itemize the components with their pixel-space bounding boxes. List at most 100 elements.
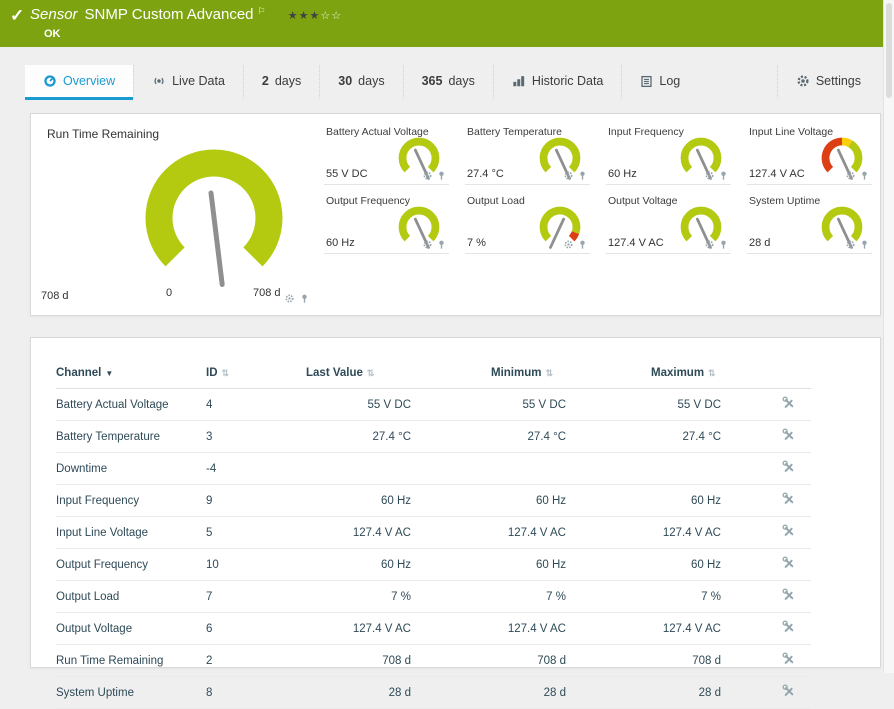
gauge-battery-temperature[interactable]: Battery Temperature 27.4 °C	[457, 120, 598, 187]
gauge-input-frequency[interactable]: Input Frequency 60 Hz	[598, 120, 739, 187]
cell-minimum: 708 d	[491, 644, 651, 677]
star-empty-icons[interactable]: ☆☆	[320, 10, 342, 22]
gauge-output-voltage[interactable]: Output Voltage 127.4 V AC	[598, 189, 739, 256]
table-row[interactable]: Run Time Remaining 2 708 d 708 d 708 d	[56, 644, 811, 677]
pin-icon[interactable]	[299, 293, 310, 304]
gauge-scale-min: 0	[166, 287, 173, 299]
wrench-icon[interactable]	[782, 396, 796, 410]
tab-label: days	[274, 74, 302, 88]
gear-icon[interactable]	[845, 170, 856, 181]
wrench-icon[interactable]	[782, 524, 796, 538]
vertical-scrollbar[interactable]	[883, 0, 894, 673]
gear-icon[interactable]	[284, 293, 295, 304]
cell-last-value: 60 Hz	[306, 484, 491, 517]
cell-last-value: 28 d	[306, 676, 491, 709]
cell-channel[interactable]: Output Load	[56, 580, 206, 613]
tab-365-days[interactable]: 365 days	[402, 65, 493, 100]
cell-channel[interactable]: Run Time Remaining	[56, 644, 206, 677]
tab-label: Settings	[815, 74, 861, 88]
cell-channel[interactable]: Input Frequency	[56, 484, 206, 517]
gauges-panel: Run Time Remaining 708 d 0 708 d Battery…	[30, 113, 881, 316]
gear-icon[interactable]	[422, 239, 433, 250]
cell-last-value	[306, 452, 491, 485]
cell-channel[interactable]: Output Frequency	[56, 548, 206, 581]
cell-channel[interactable]: Battery Actual Voltage	[56, 388, 206, 421]
gauge-output-frequency[interactable]: Output Frequency 60 Hz	[316, 189, 457, 256]
cell-id: 2	[206, 644, 306, 677]
tab-settings[interactable]: Settings	[776, 65, 879, 100]
cell-channel[interactable]: Downtime	[56, 452, 206, 485]
gauge-needle	[549, 217, 566, 249]
cell-last-value: 7 %	[306, 580, 491, 613]
cell-maximum: 60 Hz	[651, 484, 766, 517]
pin-icon[interactable]	[577, 170, 588, 181]
gear-icon[interactable]	[704, 239, 715, 250]
cell-minimum: 60 Hz	[491, 484, 651, 517]
pin-icon[interactable]	[718, 170, 729, 181]
tab-overview[interactable]: Overview	[25, 65, 134, 100]
pin-icon[interactable]	[436, 239, 447, 250]
pin-icon[interactable]	[718, 239, 729, 250]
tab-30-days[interactable]: 30 days	[319, 65, 402, 100]
table-row[interactable]: Output Frequency 10 60 Hz 60 Hz 60 Hz	[56, 548, 811, 581]
star-filled-icons[interactable]: ★★★	[288, 10, 321, 22]
table-row[interactable]: Downtime -4	[56, 452, 811, 485]
cell-last-value: 127.4 V AC	[306, 612, 491, 645]
table-row[interactable]: Battery Actual Voltage 4 55 V DC 55 V DC…	[56, 388, 811, 421]
pin-icon[interactable]	[436, 170, 447, 181]
pin-icon[interactable]	[577, 239, 588, 250]
column-header-id[interactable]: ID ⇅	[206, 358, 306, 389]
cell-channel[interactable]: System Uptime	[56, 676, 206, 709]
pin-icon[interactable]	[859, 239, 870, 250]
wrench-icon[interactable]	[782, 620, 796, 634]
tab-live-data[interactable]: Live Data	[133, 65, 243, 100]
gauge-value: 127.4 V AC	[749, 168, 805, 180]
column-header-minimum[interactable]: Minimum ⇅	[491, 358, 651, 389]
divider	[465, 184, 590, 185]
gear-icon[interactable]	[422, 170, 433, 181]
live-data-broadcast-icon	[154, 77, 164, 85]
table-row[interactable]: Output Voltage 6 127.4 V AC 127.4 V AC 1…	[56, 612, 811, 645]
scrollbar-thumb[interactable]	[886, 3, 892, 98]
wrench-icon[interactable]	[782, 492, 796, 506]
gear-icon[interactable]	[704, 170, 715, 181]
tab-2-days[interactable]: 2 days	[242, 65, 319, 100]
column-header-channel[interactable]: Channel ▼	[56, 358, 206, 389]
table-row[interactable]: Output Load 7 7 % 7 % 7 %	[56, 580, 811, 613]
gauge-battery-actual-voltage[interactable]: Battery Actual Voltage 55 V DC	[316, 120, 457, 187]
table-row[interactable]: Input Line Voltage 5 127.4 V AC 127.4 V …	[56, 516, 811, 549]
tab-log[interactable]: Log	[621, 65, 698, 100]
gear-icon[interactable]	[845, 239, 856, 250]
divider	[747, 184, 872, 185]
main-gauge-run-time-remaining[interactable]: Run Time Remaining 708 d 0 708 d	[31, 114, 316, 315]
cell-channel[interactable]: Input Line Voltage	[56, 516, 206, 549]
wrench-icon[interactable]	[782, 460, 796, 474]
cell-maximum: 55 V DC	[651, 388, 766, 421]
cell-channel[interactable]: Output Voltage	[56, 612, 206, 645]
gauge-output-load[interactable]: Output Load 7 %	[457, 189, 598, 256]
priority-stars[interactable]: ★★★☆☆	[288, 10, 342, 22]
flag-icon[interactable]: ⚐	[258, 6, 266, 16]
cell-channel[interactable]: Battery Temperature	[56, 420, 206, 453]
gauge-system-uptime[interactable]: System Uptime 28 d	[739, 189, 880, 256]
cell-minimum	[491, 452, 651, 485]
cell-maximum: 127.4 V AC	[651, 516, 766, 549]
gear-icon[interactable]	[563, 170, 574, 181]
gear-icon[interactable]	[563, 239, 574, 250]
pin-icon[interactable]	[859, 170, 870, 181]
table-row[interactable]: Input Frequency 9 60 Hz 60 Hz 60 Hz	[56, 484, 811, 517]
cell-maximum: 7 %	[651, 580, 766, 613]
tab-historic-data[interactable]: Historic Data	[492, 65, 622, 100]
sort-icon: ⇅	[221, 368, 230, 378]
gauge-input-line-voltage[interactable]: Input Line Voltage 127.4 V AC	[739, 120, 880, 187]
wrench-icon[interactable]	[782, 556, 796, 570]
wrench-icon[interactable]	[782, 428, 796, 442]
wrench-icon[interactable]	[782, 652, 796, 666]
table-row[interactable]: System Uptime 8 28 d 28 d 28 d	[56, 676, 811, 709]
wrench-icon[interactable]	[782, 588, 796, 602]
column-header-last-value[interactable]: Last Value ⇅	[306, 358, 491, 389]
cell-id: 8	[206, 676, 306, 709]
table-row[interactable]: Battery Temperature 3 27.4 °C 27.4 °C 27…	[56, 420, 811, 453]
wrench-icon[interactable]	[782, 684, 796, 698]
column-header-maximum[interactable]: Maximum ⇅	[651, 358, 766, 389]
